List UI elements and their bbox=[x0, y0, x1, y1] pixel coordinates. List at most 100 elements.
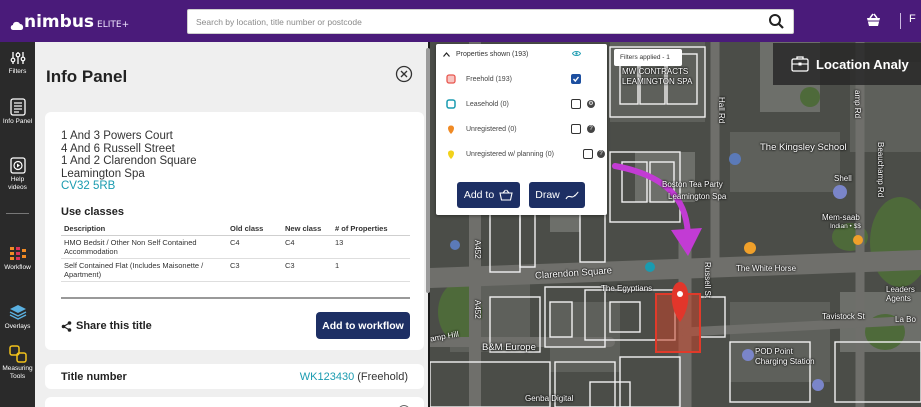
app-root: nimbus ELITE+ F Filters Info Panel Help … bbox=[0, 0, 921, 407]
properties-header[interactable]: Properties shown (193) bbox=[443, 51, 528, 58]
table-cell: 13 bbox=[332, 235, 410, 259]
property-summary-card: 1 And 3 Powers Court 4 And 6 Russell Str… bbox=[45, 112, 424, 350]
property-filter-leasehold[interactable]: Leasehold (0) ⚙ bbox=[446, 97, 602, 111]
workflow-icon bbox=[9, 247, 26, 260]
share-title-link[interactable]: Share this title bbox=[61, 320, 152, 332]
help-icon[interactable]: ? bbox=[597, 150, 605, 158]
draw-label: Draw bbox=[535, 189, 560, 201]
map-label: Hall Rd bbox=[717, 97, 726, 124]
table-cell: C3 bbox=[282, 258, 332, 282]
logo[interactable]: nimbus ELITE+ bbox=[10, 12, 129, 32]
collapsed-card[interactable] bbox=[45, 397, 424, 407]
draw-button[interactable]: Draw bbox=[529, 182, 585, 208]
sidebar-item-help-videos[interactable]: Help videos bbox=[0, 157, 35, 192]
logo-badge: ELITE+ bbox=[97, 20, 130, 30]
close-icon[interactable] bbox=[395, 65, 413, 83]
address-line: 1 And 2 Clarendon Square bbox=[61, 155, 197, 168]
properties-header-label: Properties shown (193) bbox=[456, 51, 529, 58]
map-label: La Bo bbox=[895, 315, 916, 324]
title-number-link[interactable]: WK123430 bbox=[300, 371, 354, 383]
map-label: The White Horse bbox=[736, 264, 797, 273]
topbar-trailing-text[interactable]: F bbox=[909, 13, 916, 25]
property-filter-label: Unregistered w/ planning (0) bbox=[466, 150, 554, 158]
check-icon bbox=[572, 76, 580, 83]
table-cell: C3 bbox=[227, 258, 282, 282]
sidebar-item-measuring-tools[interactable]: Measuring Tools bbox=[0, 345, 35, 381]
sidebar-item-overlays[interactable]: Overlays bbox=[0, 304, 35, 331]
search-input[interactable] bbox=[188, 10, 748, 33]
property-filter-unregistered-planning[interactable]: Unregistered w/ planning (0) ? bbox=[446, 147, 605, 161]
sidebar-item-filters[interactable]: Filters bbox=[0, 50, 35, 76]
title-number-label: Title number bbox=[61, 371, 127, 383]
map-label: Charging Station bbox=[755, 357, 815, 366]
sidebar-item-workflow[interactable]: Workflow bbox=[0, 246, 35, 272]
filters-applied-badge[interactable]: Filters applied - 1 bbox=[614, 49, 682, 66]
map-label: Leaders Agents bbox=[886, 285, 915, 303]
property-filter-unregistered[interactable]: Unregistered (0) ? bbox=[446, 122, 602, 136]
property-filter-label: Unregistered (0) bbox=[466, 125, 517, 133]
column-header: New class bbox=[282, 222, 332, 236]
map-label: LEAMINGTON SPA bbox=[622, 77, 693, 86]
share-title-label: Share this title bbox=[76, 320, 152, 332]
map-label: MW CONTRACTS bbox=[622, 67, 689, 76]
add-to-workflow-button[interactable]: Add to workflow bbox=[316, 312, 410, 339]
map-label: Russell St bbox=[703, 262, 712, 299]
map-label: A452 bbox=[473, 240, 482, 259]
table-row: Self Contained Flat (Includes Maisonette… bbox=[61, 258, 410, 282]
add-to-button[interactable]: Add to bbox=[457, 182, 520, 208]
measuring-tools-icon bbox=[8, 345, 27, 363]
eye-icon[interactable] bbox=[572, 50, 581, 57]
location-analysis-button[interactable]: Location Analy bbox=[773, 43, 921, 85]
sidebar-item-label: Info Panel bbox=[2, 118, 33, 125]
draw-icon bbox=[565, 191, 579, 199]
use-classes-table: Description Old class New class # of Pro… bbox=[61, 222, 410, 282]
sidebar-item-info-panel[interactable]: Info Panel bbox=[0, 98, 35, 126]
column-header: # of Properties bbox=[332, 222, 410, 236]
share-icon bbox=[61, 320, 72, 332]
property-filter-freehold[interactable]: Freehold (193) bbox=[446, 72, 602, 86]
topbar-divider bbox=[900, 13, 901, 29]
unregistered-pin-icon bbox=[448, 125, 454, 134]
help-videos-icon bbox=[9, 157, 26, 174]
filters-icon bbox=[10, 52, 25, 64]
table-cell: HMO Bedsit / Other Non Self Contained Ac… bbox=[61, 235, 227, 259]
card-divider bbox=[61, 297, 410, 299]
search-icon[interactable] bbox=[767, 12, 787, 32]
basket-icon[interactable] bbox=[865, 12, 882, 29]
property-filter-label: Leasehold (0) bbox=[466, 100, 509, 108]
table-cell: Self Contained Flat (Includes Maisonette… bbox=[61, 258, 227, 282]
title-number-card: Title number WK123430 (Freehold) bbox=[45, 364, 424, 389]
table-cell: C4 bbox=[282, 235, 332, 259]
top-bar: nimbus ELITE+ F bbox=[0, 0, 921, 42]
unregistered-planning-checkbox[interactable] bbox=[583, 149, 593, 159]
map-label: Mem-saab bbox=[822, 213, 860, 222]
sidebar-item-label: Filters bbox=[8, 68, 27, 75]
sidebar: Filters Info Panel Help videos Workflow … bbox=[0, 42, 35, 407]
sidebar-divider bbox=[6, 213, 29, 214]
info-panel: Info Panel 1 And 3 Powers Court 4 And 6 … bbox=[35, 42, 428, 407]
freehold-checkbox[interactable] bbox=[571, 74, 581, 84]
help-icon[interactable]: ⚙ bbox=[587, 100, 595, 108]
title-number-value: WK123430 (Freehold) bbox=[300, 371, 408, 383]
overlays-icon bbox=[9, 305, 26, 320]
map-label: B&M Europe bbox=[482, 342, 536, 353]
address-line: 1 And 3 Powers Court bbox=[61, 130, 173, 142]
leasehold-checkbox[interactable] bbox=[571, 99, 581, 109]
map-label: Leamington Spa bbox=[668, 192, 727, 201]
map-label: The Egyptians bbox=[601, 284, 653, 293]
map-label: POD Point bbox=[755, 347, 793, 356]
location-analysis-icon bbox=[791, 56, 809, 72]
properties-shown-panel: Properties shown (193) Freehold (193) Le… bbox=[436, 44, 607, 215]
sidebar-item-label: Overlays bbox=[4, 323, 31, 330]
chevron-up-icon bbox=[443, 52, 450, 57]
leasehold-square-icon bbox=[446, 99, 456, 109]
map-label: Indian • $$ bbox=[830, 223, 861, 230]
sidebar-item-label: Measuring Tools bbox=[2, 365, 33, 380]
unregistered-checkbox[interactable] bbox=[571, 124, 581, 134]
help-icon[interactable]: ? bbox=[587, 125, 595, 133]
use-classes-title: Use classes bbox=[61, 206, 124, 218]
map-label: Tavistock St bbox=[822, 312, 865, 321]
title-tenure: (Freehold) bbox=[354, 371, 408, 383]
table-header-row: Description Old class New class # of Pro… bbox=[61, 222, 410, 236]
info-panel-icon bbox=[9, 98, 26, 116]
